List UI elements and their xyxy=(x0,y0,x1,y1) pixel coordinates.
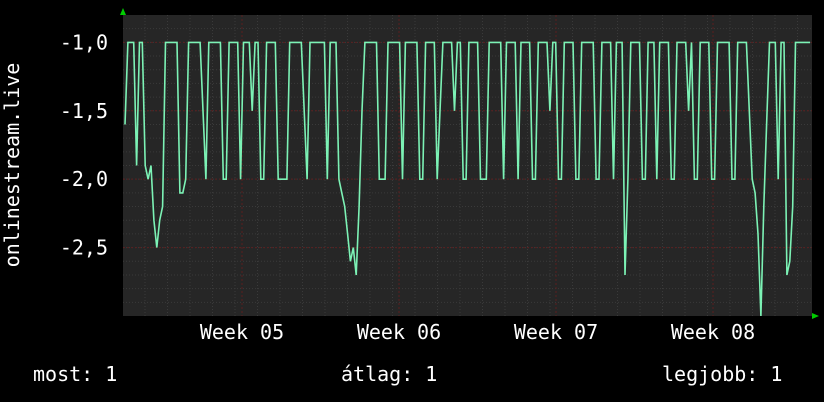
x-tick-label: Week 05 xyxy=(200,320,284,344)
y-axis-title: onlinestream.live xyxy=(0,62,24,268)
y-axis: -1,0 -1,5 -2,0 -2,5 xyxy=(60,30,108,259)
y-tick-label: -1,0 xyxy=(60,30,108,54)
x-axis: Week 05 Week 06 Week 07 Week 08 xyxy=(200,320,755,344)
x-axis-arrow-icon xyxy=(812,313,819,319)
y-tick-label: -2,5 xyxy=(60,236,108,260)
chart: -1,0-1,5-2,0-2,5 Week 05 Week 06 Week 07 We… xyxy=(60,8,819,344)
x-tick-label: Week 08 xyxy=(671,320,755,344)
footer-average: átlag: 1 xyxy=(341,362,438,386)
y-axis-arrow-icon xyxy=(120,8,126,15)
y-tick-label: -1,5 xyxy=(60,99,108,123)
y-tick-label: -2,0 xyxy=(60,167,108,191)
footer-now: most: 1 xyxy=(33,362,118,386)
x-tick-label: Week 06 xyxy=(357,320,441,344)
x-tick-label: Week 07 xyxy=(514,320,598,344)
footer-max: legjobb: 1 xyxy=(662,362,783,386)
